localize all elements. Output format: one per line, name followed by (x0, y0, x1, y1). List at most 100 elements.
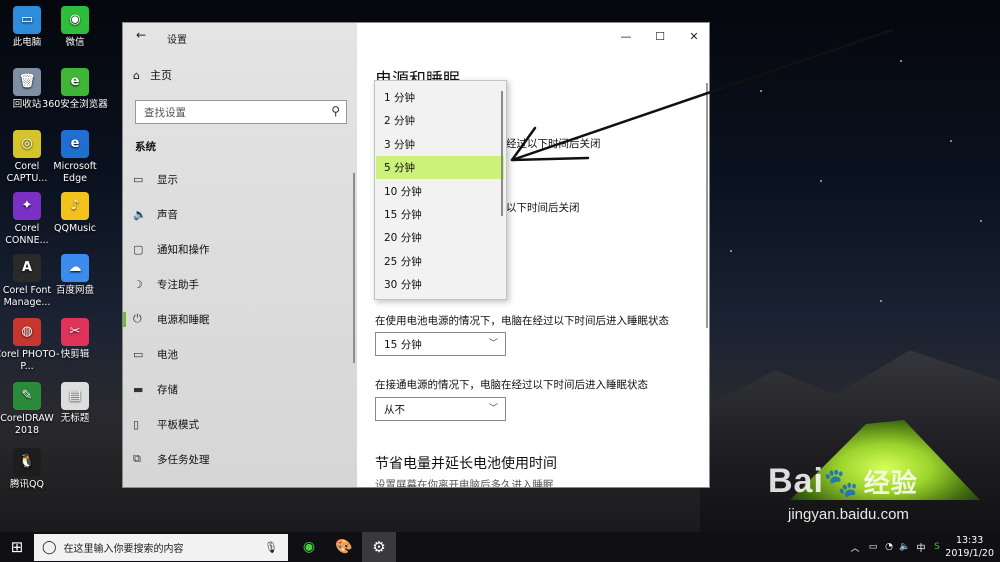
sidebar-item-7[interactable]: ▯ 平板模式 (133, 411, 353, 437)
desktop-icon[interactable]: e 360安全浏览器 (42, 68, 108, 111)
dropdown-option[interactable]: 5 分钟 (376, 156, 504, 180)
screen-off-plugged-label-partial: 以下时间后关闭 (506, 202, 580, 214)
desktop-icon[interactable]: ☁ 百度网盘 (42, 254, 108, 297)
desktop-icon[interactable]: ▤ 无标题 (42, 382, 108, 425)
settings-search-input[interactable]: 查找设置 ⚲ (135, 100, 347, 124)
desktop-app-icon: ▭ (13, 6, 41, 34)
home-link[interactable]: ⌂ 主页 (133, 67, 172, 83)
clock-time: 13:33 (955, 535, 984, 546)
dropdown-option[interactable]: 3 分钟 (376, 133, 504, 156)
sidebar-item-1[interactable]: 🔈 声音 (133, 201, 353, 227)
section-subtext: 设置屏幕在你离开电脑后多久进入睡眠 (375, 479, 554, 488)
sidebar-item-label: 平板模式 (157, 418, 199, 431)
clock-date: 2019/1/20 (945, 548, 994, 559)
taskbar-settings-icon[interactable]: ⚙ (362, 532, 396, 562)
notification-icon: ▢ (133, 242, 144, 256)
tray-volume-icon[interactable]: 🔈 (898, 532, 912, 562)
baidu-url: jingyan.baidu.com (788, 506, 909, 523)
sidebar-item-label: 通知和操作 (157, 243, 210, 256)
sidebar-item-label: 电池 (157, 348, 178, 361)
desktop-app-icon: ✂ (61, 318, 89, 346)
desktop-icon-label: QQMusic (54, 223, 96, 234)
battery-sleep-label: 在使用电池电源的情况下，电脑在经过以下时间后进入睡眠状态 (375, 315, 669, 327)
battery-sleep-value: 15 分钟 (384, 339, 422, 351)
minimize-button[interactable]: — (609, 23, 643, 49)
search-placeholder: 查找设置 (144, 107, 186, 119)
windows-start-icon[interactable]: ⊞ (0, 532, 34, 562)
sidebar-item-6[interactable]: ▬ 存储 (133, 376, 353, 402)
sidebar-item-2[interactable]: ▢ 通知和操作 (133, 236, 353, 262)
desktop-app-icon: ◉ (61, 6, 89, 34)
baidu-brand: Bai (768, 462, 824, 500)
desktop-icon-label: 快剪辑 (60, 349, 90, 360)
tray-wifi-icon[interactable]: ◔ (882, 532, 896, 562)
close-button[interactable]: ✕ (677, 23, 709, 49)
back-arrow-icon[interactable]: ← (136, 28, 146, 42)
desktop-icon[interactable]: e Microsoft Edge (42, 130, 108, 185)
taskbar-search-placeholder: 在这里输入你要搜索的内容 (63, 544, 184, 555)
desktop-icon-label: 微信 (65, 37, 85, 48)
desktop-icon-label: 腾讯QQ (10, 479, 44, 490)
window-title: 设置 (167, 35, 187, 46)
screen-off-dropdown-list: 1 分钟 2 分钟 3 分钟 5 分钟 10 分钟 15 分钟 20 分钟 25 分钟 30 分… (374, 80, 507, 300)
desktop-icon[interactable]: 🐧 腾讯QQ (0, 448, 60, 491)
desktop-icon-label: 360安全浏览器 (42, 99, 108, 110)
home-icon: ⌂ (133, 68, 140, 82)
tray-ime-icon[interactable]: 中 (914, 532, 928, 562)
tray-network-icon[interactable]: ▭ (866, 532, 880, 562)
sidebar-scrollbar[interactable] (353, 173, 355, 363)
sidebar-item-0[interactable]: ▭ 显示 (133, 166, 353, 192)
dropdown-option[interactable]: 10 分钟 (376, 180, 504, 203)
sidebar-item-3[interactable]: ☽ 专注助手 (133, 271, 353, 297)
desktop-app-icon: ✦ (13, 192, 41, 220)
desktop-app-icon: ▤ (61, 382, 89, 410)
dropdown-option[interactable]: 1 分钟 (376, 86, 504, 109)
plugged-sleep-select[interactable]: 从不 ﹀ (375, 397, 506, 421)
desktop-app-icon: A (13, 254, 41, 282)
sidebar-item-label: 多任务处理 (157, 453, 210, 466)
sidebar-item-4[interactable]: ⏻ 电源和睡眠 (123, 306, 353, 332)
main-scrollbar[interactable] (706, 83, 708, 328)
taskbar-clock[interactable]: 13:33 2019/1/20 (945, 534, 994, 560)
desktop-icon-label: 无标题 (60, 413, 90, 424)
baidu-watermark: Bai🐾百经验 jingyan.baidu.com (760, 458, 1000, 532)
desktop-icon-label: Microsoft Edge (53, 161, 97, 184)
dropdown-option[interactable]: 25 分钟 (376, 250, 504, 273)
maximize-button[interactable]: ☐ (643, 23, 677, 49)
battery-icon: ▭ (133, 347, 144, 361)
cortana-icon: ◯ (42, 540, 57, 555)
taskbar-360-browser-icon[interactable]: ◉ (292, 532, 326, 562)
microphone-icon[interactable]: 🎙 (264, 541, 278, 554)
chevron-down-icon: ﹀ (488, 404, 498, 414)
baidu-suffix: 经验 (863, 468, 918, 498)
desktop-icon[interactable]: ✂ 快剪辑 (42, 318, 108, 361)
storage-icon: ▬ (133, 382, 144, 396)
taskbar-search-box[interactable]: ◯ 在这里输入你要搜索的内容 🎙 (34, 534, 288, 561)
desktop-icon[interactable]: ◉ 微信 (42, 6, 108, 49)
tray-expand-icon[interactable]: ︿ (848, 532, 862, 562)
dropdown-option[interactable]: 2 分钟 (376, 109, 504, 132)
taskbar: ⊞ ◯ 在这里输入你要搜索的内容 🎙 ◉ 🎨 ⚙ ︿ ▭ ◔ 🔈 中 S 13:… (0, 532, 1000, 562)
dropdown-scrollbar[interactable] (501, 91, 503, 216)
sidebar-item-8[interactable]: ⧉ 多任务处理 (133, 446, 353, 472)
plugged-sleep-label: 在接通电源的情况下，电脑在经过以下时间后进入睡眠状态 (375, 379, 648, 391)
moon-icon: ☽ (133, 277, 143, 291)
dropdown-option[interactable]: 30 分钟 (376, 273, 504, 296)
desktop-icon[interactable]: ♪ QQMusic (42, 192, 108, 235)
tablet-icon: ▯ (133, 417, 140, 431)
battery-sleep-select[interactable]: 15 分钟 ﹀ (375, 332, 506, 356)
settings-sidebar: ← 设置 ⌂ 主页 查找设置 ⚲ 系统 ▭ 显示 🔈 声音 ▢ 通知和操作 ☽ 专注助手 ⏻ 电源… (123, 23, 357, 487)
paw-icon: 🐾 (823, 467, 860, 498)
section-title: 系统 (135, 141, 156, 153)
multitask-icon: ⧉ (133, 452, 141, 465)
monitor-icon: ▭ (133, 172, 144, 186)
taskbar-paint-icon[interactable]: 🎨 (327, 532, 361, 562)
tray-app-icon[interactable]: S (930, 532, 944, 562)
sidebar-item-5[interactable]: ▭ 电池 (133, 341, 353, 367)
dropdown-option[interactable]: 15 分钟 (376, 203, 504, 226)
dropdown-option[interactable]: 20 分钟 (376, 226, 504, 249)
sidebar-item-label: 存储 (157, 383, 178, 396)
desktop-app-icon: ☁ (61, 254, 89, 282)
desktop-app-icon: ♪ (61, 192, 89, 220)
speaker-icon: 🔈 (133, 207, 147, 221)
